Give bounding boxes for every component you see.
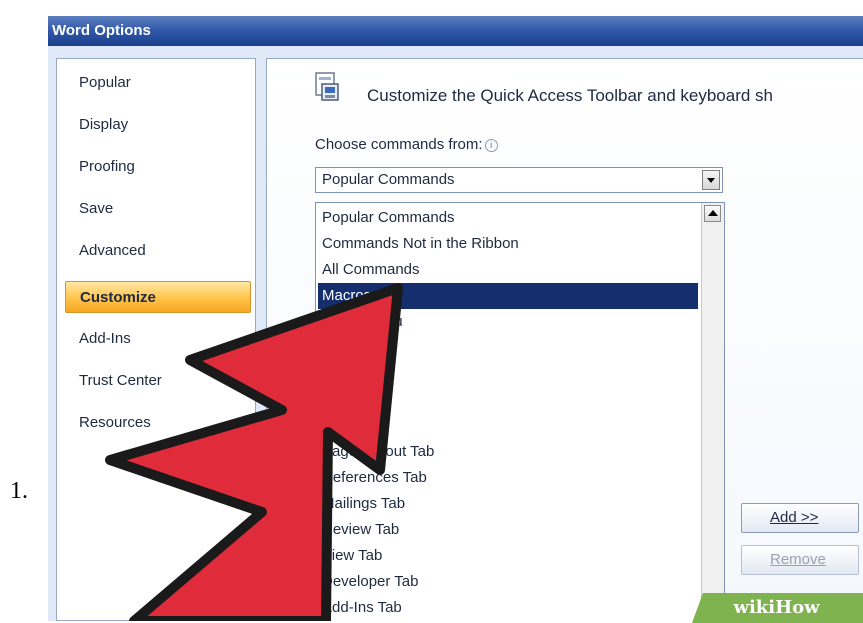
dropdown-list[interactable]: Popular Commands Commands Not in the Rib… <box>315 202 725 621</box>
panel-heading: Customize the Quick Access Toolbar and k… <box>367 86 774 105</box>
dropdown-arrow-icon[interactable] <box>702 170 720 190</box>
customize-toolbar-icon <box>315 72 339 101</box>
scroll-up-icon[interactable] <box>704 205 721 222</box>
dropdown-option-mailings-tab[interactable]: Mailings Tab <box>318 491 698 517</box>
dropdown-option-popular-commands[interactable]: Popular Commands <box>318 205 698 231</box>
add-button-label: Add >> <box>770 509 819 526</box>
dropdown-option-references-tab[interactable]: References Tab <box>318 465 698 491</box>
sidebar-item-display[interactable]: Display <box>65 109 251 141</box>
choose-commands-label-text: Choose commands from: <box>315 136 483 153</box>
sidebar-item-popular[interactable]: Popular <box>65 67 251 99</box>
dropdown-option-office-menu[interactable]: Office Menu <box>318 309 698 335</box>
dropdown-option-review-tab[interactable]: Review Tab <box>318 517 698 543</box>
sidebar-item-proofing[interactable]: Proofing <box>65 151 251 183</box>
choose-commands-label: Choose commands from: i <box>315 136 498 153</box>
dropdown-option-home-tab[interactable]: Home Tab <box>318 335 698 361</box>
sidebar-item-save[interactable]: Save <box>65 193 251 225</box>
info-icon[interactable]: i <box>484 138 498 152</box>
word-options-dialog: Word Options Popular Display Proofing Sa… <box>48 16 863 621</box>
options-sidebar: Popular Display Proofing Save Advanced C… <box>56 58 256 621</box>
customize-panel: Customize the Quick Access Toolbar and k… <box>266 58 863 621</box>
remove-button[interactable]: Remove <box>741 545 859 575</box>
dropdown-selected-value: Popular Commands <box>322 171 455 188</box>
sidebar-item-add-ins[interactable]: Add-Ins <box>65 323 251 355</box>
sidebar-item-advanced[interactable]: Advanced <box>65 235 251 267</box>
wikihow-watermark-text: wikiHow <box>733 597 820 618</box>
sidebar-item-resources[interactable]: Resources <box>65 407 251 439</box>
dropdown-option-not-in-ribbon[interactable]: Commands Not in the Ribbon <box>318 231 698 257</box>
step-number: 1. <box>10 478 28 504</box>
dropdown-option-insert-tab[interactable]: Insert Tab <box>318 361 698 387</box>
sidebar-item-customize[interactable]: Customize <box>65 281 251 313</box>
choose-commands-dropdown[interactable]: Popular Commands <box>315 167 723 193</box>
dropdown-option-page-layout-tab[interactable]: Page Layout Tab <box>318 439 698 465</box>
dropdown-option-view-tab[interactable]: View Tab <box>318 543 698 569</box>
dropdown-option-add-ins-tab[interactable]: Add-Ins Tab <box>318 595 698 621</box>
dialog-title: Word Options <box>48 16 863 46</box>
remove-button-label: Remove <box>770 551 826 568</box>
sidebar-item-trust-center[interactable]: Trust Center <box>65 365 251 397</box>
dropdown-option-macros[interactable]: Macros <box>318 283 698 309</box>
wikihow-watermark: wikiHow <box>692 593 863 623</box>
dropdown-scrollbar[interactable] <box>701 203 724 621</box>
dropdown-option-all-commands[interactable]: All Commands <box>318 257 698 283</box>
dropdown-option-developer-tab[interactable]: Developer Tab <box>318 569 698 595</box>
add-button[interactable]: Add >> <box>741 503 859 533</box>
